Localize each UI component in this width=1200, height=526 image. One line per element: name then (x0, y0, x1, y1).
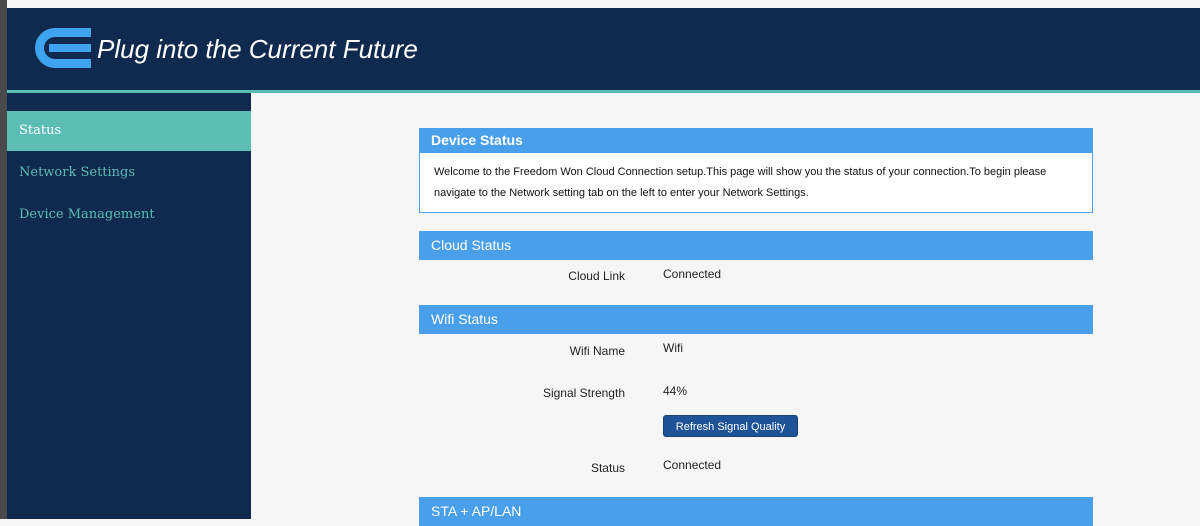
sta-ap-lan-header: STA + AP/LAN (419, 497, 1093, 526)
cloud-link-value: Connected (663, 267, 722, 281)
cloud-status-header: Cloud Status (419, 231, 1093, 260)
signal-strength-label: Signal Strength (542, 386, 625, 400)
refresh-signal-button[interactable]: Refresh Signal Quality (663, 415, 798, 437)
cloud-link-label: Cloud Link (568, 269, 625, 283)
sidebar: Status Network Settings Device Managemen… (7, 93, 251, 519)
sidebar-item-status[interactable]: Status (7, 111, 251, 151)
wifi-status-value: Connected (663, 458, 722, 472)
device-status-text: Welcome to the Freedom Won Cloud Connect… (419, 153, 1093, 213)
header: Plug into the Current Future (7, 8, 1200, 90)
signal-strength-value: 44% (663, 384, 688, 398)
wifi-status-header: Wifi Status (419, 305, 1093, 334)
e-logo-icon (35, 28, 91, 68)
slogan: Plug into the Current Future (97, 34, 418, 64)
wifi-name-value: Wifi (663, 341, 683, 355)
wifi-status-label: Status (590, 461, 625, 475)
wifi-name-label: Wifi Name (569, 344, 625, 358)
window-edge (0, 0, 7, 519)
device-status-header: Device Status (419, 128, 1093, 153)
sidebar-item-network-settings[interactable]: Network Settings (7, 153, 251, 193)
sidebar-item-device-management[interactable]: Device Management (7, 195, 251, 235)
